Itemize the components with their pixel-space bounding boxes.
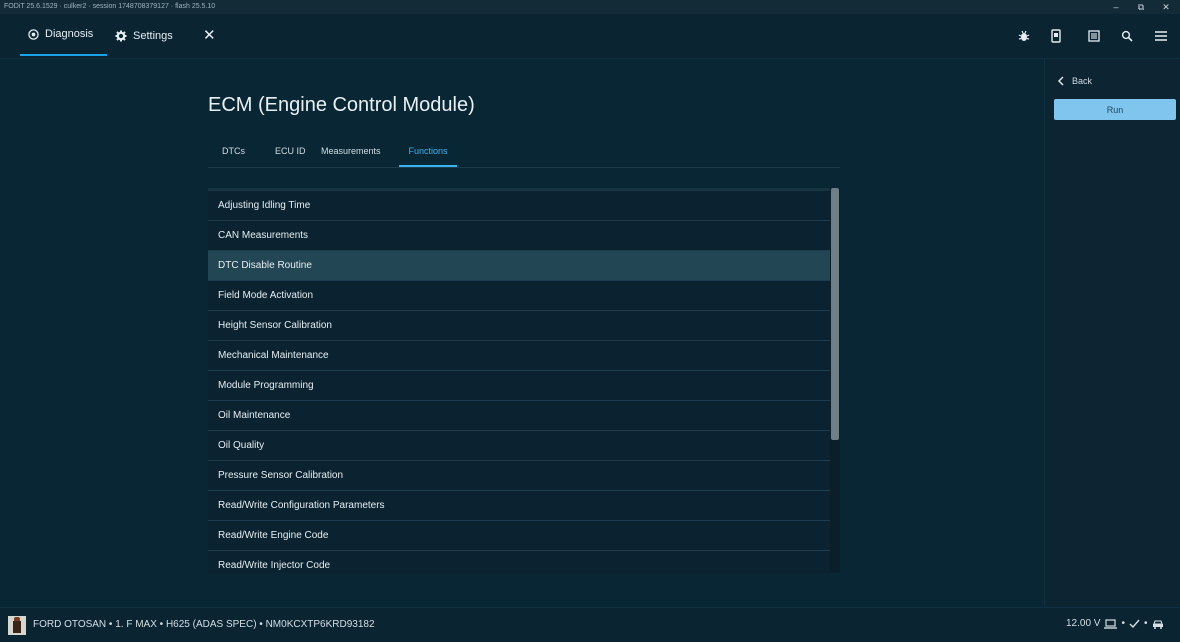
list-item[interactable]: Mechanical Maintenance [208,341,830,371]
chevron-left-icon [1057,76,1064,86]
list-item[interactable]: Oil Maintenance [208,401,830,431]
close-tab-button[interactable]: ✕ [203,14,216,58]
list-item[interactable]: Height Sensor Calibration [208,311,830,341]
back-label: Back [1072,76,1093,86]
window-title-bar: FODiT 25.6.1529 · culker2 · session 1748… [0,0,1180,14]
diagnosis-icon [28,28,39,40]
tab-settings[interactable]: Settings [115,14,173,58]
run-button[interactable]: Run [1054,99,1176,120]
list-item[interactable]: CAN Measurements [208,221,830,251]
tab-measurements[interactable]: Measurements [321,141,381,165]
status-bar: FORD OTOSAN • 1. F MAX • H625 (ADAS SPEC… [0,607,1180,642]
maximize-button[interactable]: ⧉ [1131,0,1151,14]
laptop-icon [1104,618,1118,629]
top-navigation: Diagnosis Settings ✕ [0,14,1180,59]
list-item[interactable]: Read/Write Configuration Parameters [208,491,830,521]
status-indicators: 12.00 V • • [1066,618,1164,629]
page-title: ECM (Engine Control Module) [208,94,475,116]
vehicle-logo-icon [8,616,26,635]
list-item[interactable]: Module Programming [208,371,830,401]
separator: • [1144,618,1148,629]
tab-diagnosis-label: Diagnosis [45,28,94,40]
functions-list: Adjusting Idling Time CAN Measurements D… [208,188,840,573]
tab-functions[interactable]: Functions [399,141,457,167]
bug-icon[interactable] [1015,27,1033,45]
tab-diagnosis[interactable]: Diagnosis [20,14,107,56]
tab-settings-label: Settings [133,30,173,42]
list-item[interactable]: Read/Write Engine Code [208,521,830,551]
list-item-selected[interactable]: DTC Disable Routine [208,251,830,281]
list-item[interactable]: Field Mode Activation [208,281,830,311]
list-icon[interactable] [1085,27,1103,45]
vehicle-info: FORD OTOSAN • 1. F MAX • H625 (ADAS SPEC… [33,619,375,630]
back-button[interactable]: Back [1057,76,1092,86]
check-icon [1129,619,1140,629]
search-icon[interactable] [1118,27,1136,45]
functions-rows: Adjusting Idling Time CAN Measurements D… [208,191,830,573]
minimize-button[interactable]: – [1106,0,1126,14]
tab-ecu-id[interactable]: ECU ID [275,141,306,165]
list-item[interactable]: Read/Write Injector Code [208,551,830,573]
voltage-readout: 12.00 V [1066,618,1101,629]
scrollbar-thumb[interactable] [831,188,839,440]
window-title: FODiT 25.6.1529 · culker2 · session 1748… [4,3,216,10]
separator: • [1121,618,1125,629]
gear-icon [115,30,127,42]
car-icon [1152,619,1164,629]
scrollbar-track[interactable] [830,188,840,573]
list-item[interactable]: Pressure Sensor Calibration [208,461,830,491]
tab-dtcs[interactable]: DTCs [222,141,245,165]
list-item[interactable]: Adjusting Idling Time [208,191,830,221]
menu-icon[interactable] [1152,27,1170,45]
close-window-button[interactable]: ✕ [1156,0,1176,14]
side-panel: Back Run [1044,59,1180,607]
module-tabs: DTCs ECU ID Measurements Functions [208,141,840,168]
list-item[interactable]: Oil Quality [208,431,830,461]
device-icon[interactable] [1047,27,1065,45]
